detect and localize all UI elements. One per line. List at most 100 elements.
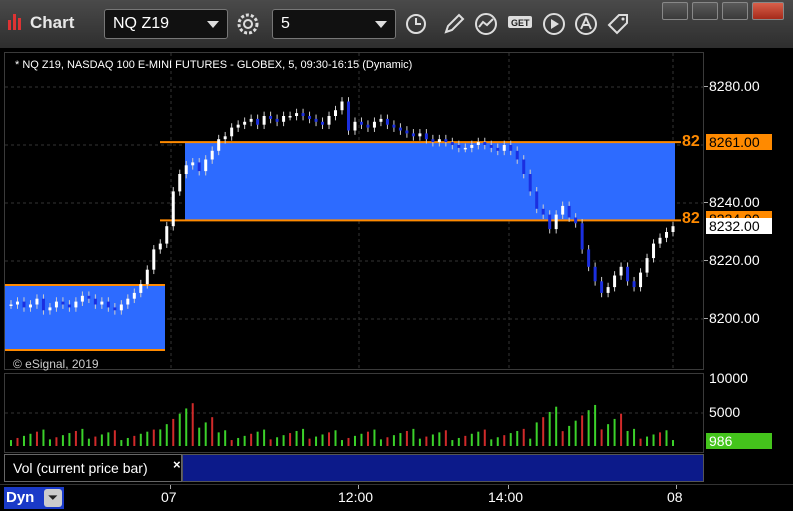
volume-bar [464, 435, 467, 446]
volume-bar [652, 434, 655, 446]
volume-bar [626, 430, 629, 446]
candle-up [437, 139, 441, 143]
close-button[interactable] [752, 2, 784, 20]
level-label-lower: 82 [682, 210, 700, 227]
price-tick: 8200.00 [709, 310, 760, 326]
volume-chart-svg [5, 403, 703, 446]
candle-up [184, 165, 188, 174]
candle-down [567, 205, 571, 218]
lock-icon[interactable]: ⏷ [44, 489, 62, 507]
chart-area[interactable]: * NQ Z19, NASDAQ 100 E-MINI FUTURES - GL… [0, 48, 793, 484]
volume-bar [198, 427, 201, 446]
volume-bar [509, 433, 512, 446]
last-volume-badge: 986 [706, 433, 772, 449]
candle-down [626, 266, 630, 282]
close-icon[interactable]: × [173, 457, 181, 472]
title-bar: Chart NQ Z19 5 GET [0, 0, 793, 49]
volume-bar [321, 434, 324, 446]
volume-bar [256, 431, 259, 446]
candle-down [515, 150, 519, 160]
candle-up [165, 226, 169, 244]
tick-mark [704, 86, 708, 87]
candle-down [580, 223, 584, 250]
volume-bar [379, 439, 382, 446]
tag-icon[interactable] [604, 10, 632, 38]
volume-bar [620, 413, 623, 446]
volume-bar [282, 435, 285, 446]
volume-bar [81, 428, 84, 446]
link-button[interactable] [662, 2, 688, 20]
time-axis[interactable]: Dyn ⏷ 07 12:00 14:00 08 [0, 484, 793, 511]
volume-bar [16, 437, 19, 446]
volume-bar [159, 429, 162, 446]
candle-up [217, 139, 221, 151]
interval-select[interactable]: 5 [272, 9, 396, 39]
candle-up [119, 304, 123, 311]
get-icon[interactable]: GET [506, 10, 534, 38]
volume-bar [594, 404, 597, 446]
clock-icon[interactable] [402, 10, 430, 38]
candle-up [372, 121, 376, 128]
candle-up [619, 266, 623, 276]
gear-icon[interactable] [234, 10, 262, 38]
candle-up [145, 269, 149, 285]
volume-bar [568, 425, 571, 446]
volume-bar [74, 430, 77, 446]
volume-bar [522, 428, 525, 446]
volume-bar [276, 437, 279, 446]
volume-bar [126, 437, 129, 446]
candle-down [275, 118, 279, 122]
volume-tick: 10000 [709, 370, 748, 386]
candle-down [574, 217, 578, 224]
volume-axis[interactable]: 10000 5000 0 986 [704, 370, 793, 453]
candle-down [41, 298, 45, 311]
volume-bar [360, 433, 363, 446]
volume-pane[interactable] [4, 373, 704, 453]
candle-up [158, 243, 162, 250]
chart-app-icon [8, 14, 24, 30]
alert-icon[interactable] [572, 10, 600, 38]
price-axis[interactable]: 8280.00 8240.00 8220.00 8200.00 8261.00 … [704, 52, 793, 370]
window-title: Chart [30, 13, 75, 32]
candle-up [502, 145, 506, 151]
candle-down [489, 145, 493, 148]
interval-value: 5 [281, 15, 290, 32]
pencil-icon[interactable] [440, 10, 468, 38]
volume-bar [48, 439, 51, 446]
volume-bar [444, 430, 447, 446]
svg-text:GET: GET [511, 18, 530, 28]
study-label[interactable]: Vol (current price bar) × [4, 454, 182, 482]
candle-down [496, 147, 500, 151]
candle-down [528, 174, 532, 192]
volume-bar [451, 440, 454, 446]
candle-up [554, 214, 558, 230]
volume-bar [496, 437, 499, 446]
volume-bar [152, 429, 155, 446]
candle-down [632, 281, 636, 288]
volume-bar [29, 433, 32, 446]
candle-up [243, 121, 247, 125]
volume-bar [672, 440, 674, 446]
candle-down [385, 118, 389, 125]
symbol-select[interactable]: NQ Z19 [104, 9, 228, 39]
volume-bar [100, 434, 103, 446]
play-icon[interactable] [540, 10, 568, 38]
volume-bar [425, 436, 428, 446]
candle-up [476, 142, 480, 145]
volume-bar [230, 440, 233, 446]
volume-bar [308, 438, 311, 446]
line-study-icon[interactable] [472, 10, 500, 38]
candle-up [171, 191, 175, 227]
restore-button[interactable] [692, 2, 718, 20]
maximize-button[interactable] [722, 2, 748, 20]
time-label: 08 [667, 489, 683, 505]
dynamic-button[interactable]: Dyn ⏷ [4, 487, 64, 509]
candle-up [639, 272, 643, 288]
chevron-down-icon [207, 21, 219, 28]
candle-down [509, 145, 513, 151]
volume-bar [211, 417, 214, 446]
volume-bar [289, 433, 292, 446]
price-pane[interactable]: * NQ Z19, NASDAQ 100 E-MINI FUTURES - GL… [4, 52, 704, 371]
volume-bar [165, 424, 168, 446]
candle-up [28, 304, 32, 308]
